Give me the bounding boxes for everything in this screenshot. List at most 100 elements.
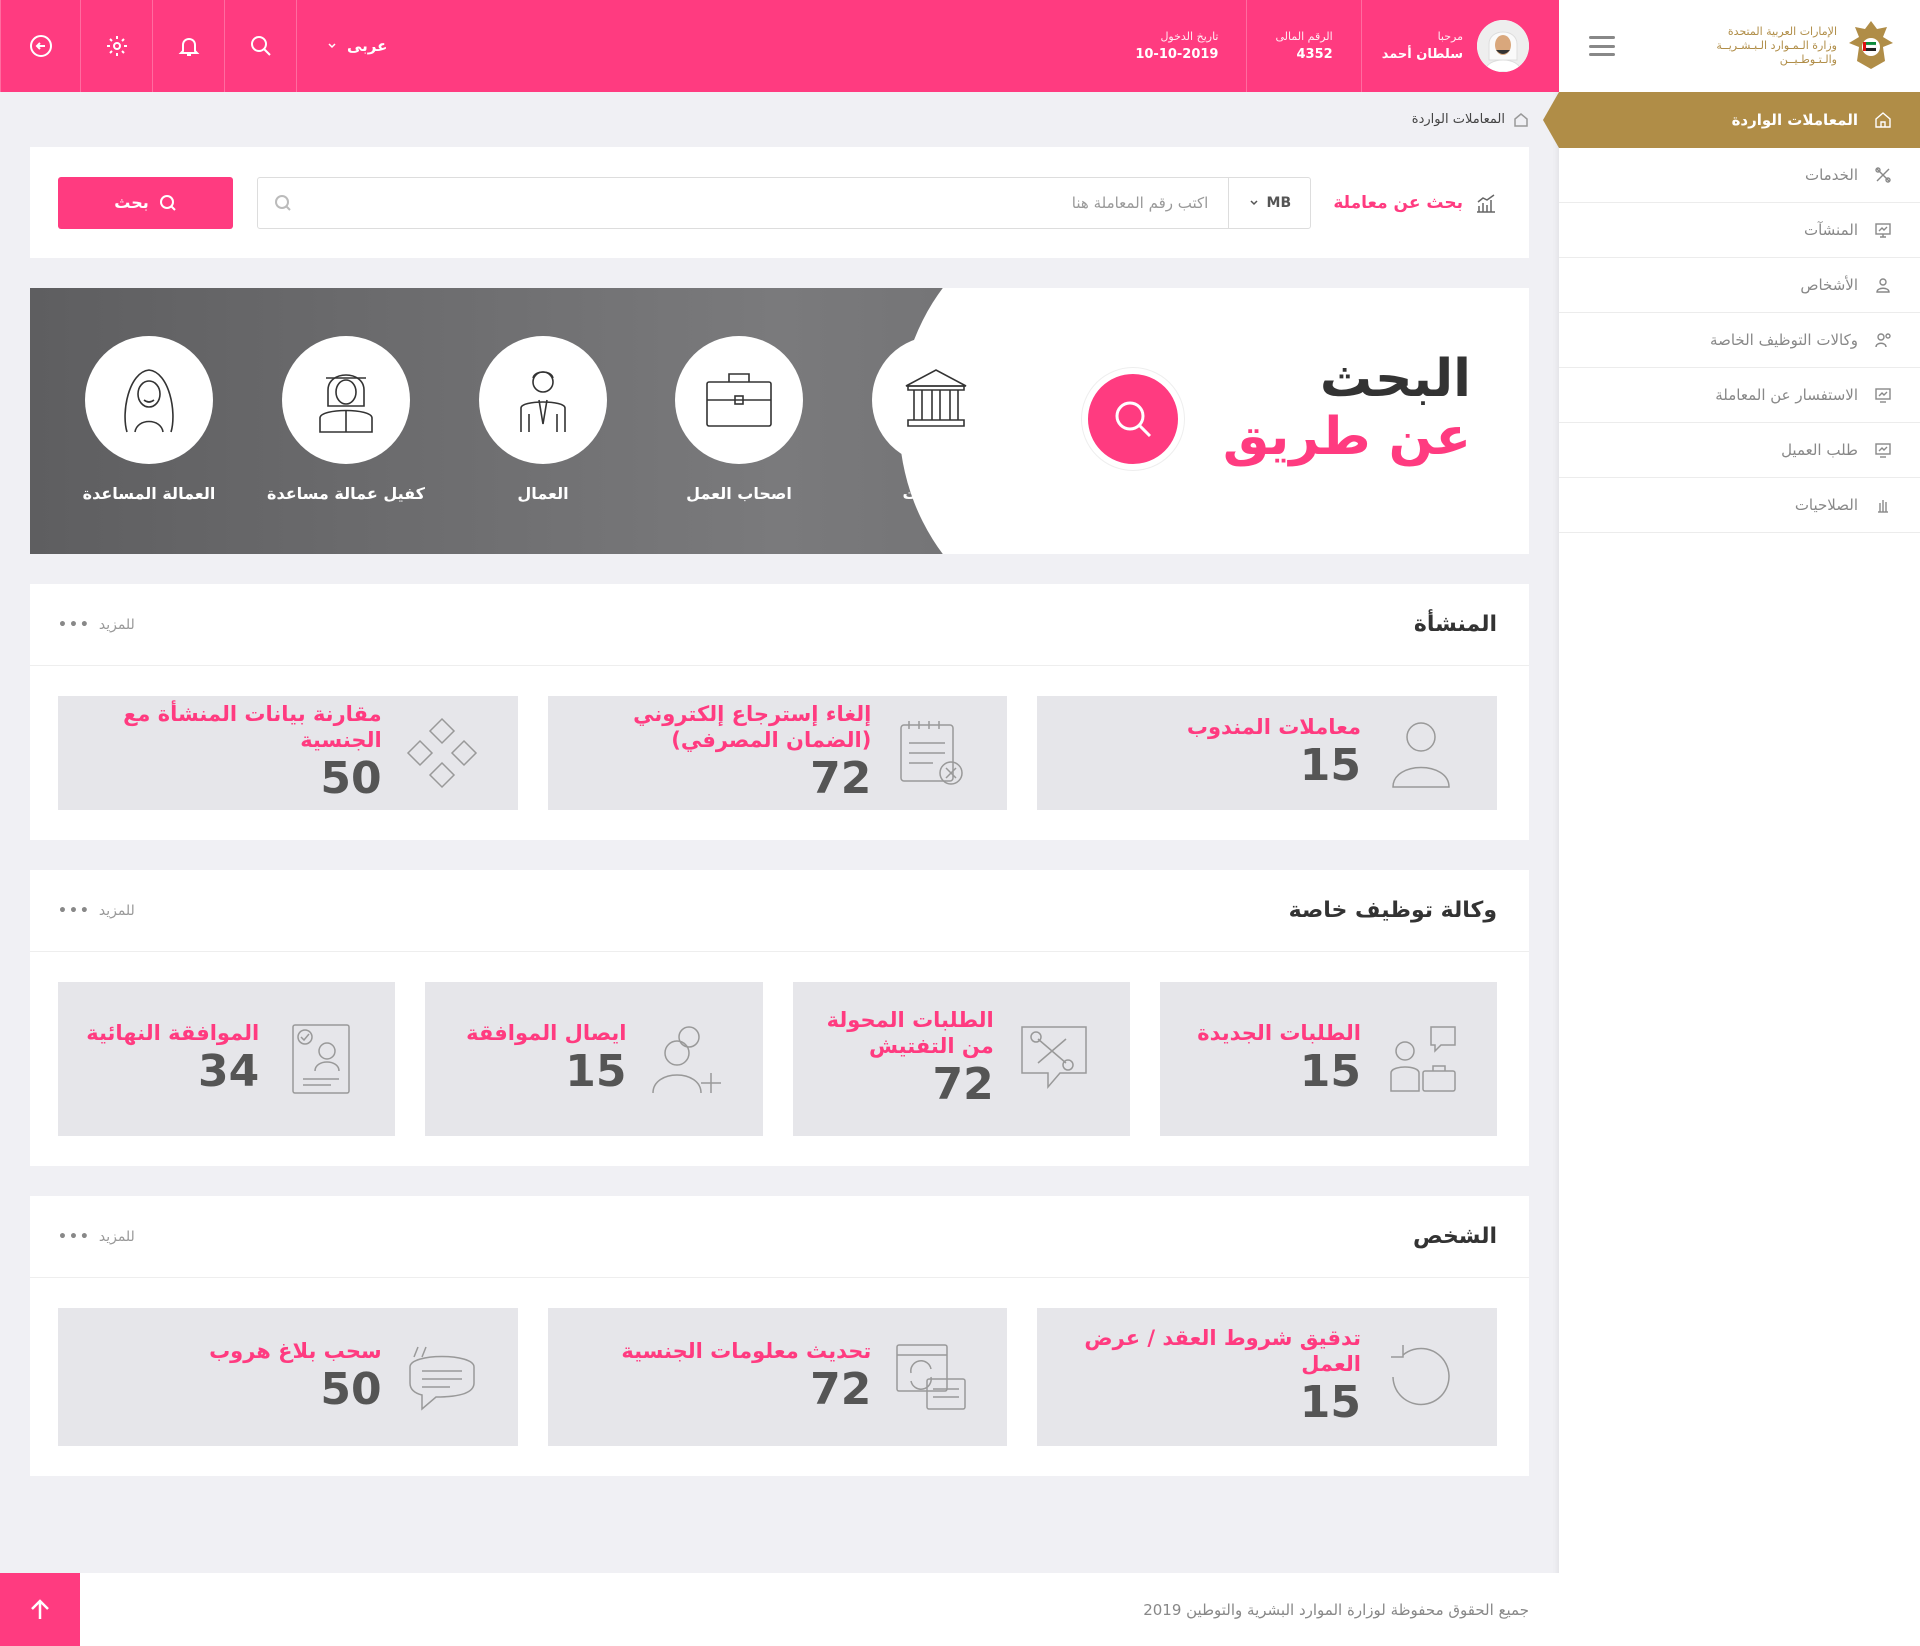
sidebar-item-label: طلب العميل: [1781, 441, 1858, 459]
category-employers[interactable]: اصحاب العمل: [649, 336, 829, 503]
banner-title: البحث عن طريق: [1223, 350, 1471, 466]
financial-id-value: 4352: [1296, 47, 1333, 62]
sidebar-item-transaction-inquiry[interactable]: الاستفسار عن المعاملة: [1559, 368, 1920, 423]
search-box: MB: [257, 176, 1312, 229]
category-label: كفيل عمالة مساعدة: [267, 484, 425, 503]
user-gear-icon: [1874, 331, 1892, 349]
more-dots-icon: •••: [58, 616, 91, 633]
briefcase-icon: [706, 373, 772, 427]
quote-chat-icon: [402, 1337, 482, 1417]
sponsor-icon: [319, 374, 373, 433]
arrow-up-icon: [31, 1598, 49, 1619]
search-icon: [250, 36, 271, 56]
section-title: وكالة توظيف خاصة: [1288, 898, 1497, 923]
greeting-text: مرحبا: [1437, 30, 1463, 43]
category-domestic-workers[interactable]: العمالة المساعدة: [59, 336, 239, 503]
tile-inspection-transferred[interactable]: الطلبات المحولة من التفتيش 72: [792, 982, 1130, 1136]
tile-label: إلغاء إسترجاع إلكتروني (الضمان المصرفي): [633, 702, 872, 752]
sidebar-item-label: الصلاحيات: [1794, 496, 1858, 514]
tile-count: 72: [810, 1364, 872, 1415]
add-user-icon: [647, 1019, 727, 1099]
sidebar-item-services[interactable]: الخدمات: [1559, 148, 1920, 203]
section-title: المنشأة: [1413, 612, 1497, 637]
category-establishments[interactable]: المنشآت: [846, 336, 1026, 503]
chevron-down-icon: [328, 43, 336, 49]
financial-id-label: الرقم المالى: [1275, 30, 1333, 43]
history-icon: [1381, 1337, 1461, 1417]
banner-title-line-1: البحث: [1319, 349, 1471, 409]
settings-button[interactable]: [80, 0, 152, 92]
tile-approval-receipt[interactable]: ايصال الموافقة 15: [425, 982, 763, 1136]
tile-label: مقارنة بيانات المنشأة مع الجنسية: [123, 702, 382, 752]
more-link[interactable]: للمزيد •••: [58, 903, 135, 919]
monitor-chart-icon: [1874, 441, 1892, 459]
copyright-text: جميع الحقوق محفوظة لوزارة الموارد البشري…: [1143, 1600, 1529, 1619]
user-profile[interactable]: مرحبا سلطان أحمد: [1360, 0, 1559, 92]
category-workers[interactable]: العمال: [453, 336, 633, 503]
logout-icon: [29, 35, 52, 57]
tile-compare-establishment-nationality[interactable]: مقارنة بيانات المنشأة مع الجنسية 50: [57, 696, 518, 810]
monitor-chart-icon: [1874, 386, 1892, 404]
search-button[interactable]: [224, 0, 296, 92]
sidebar-item-private-agencies[interactable]: وكالات التوظيف الخاصة: [1559, 313, 1920, 368]
avatar: [1477, 20, 1529, 72]
tile-count: 15: [1299, 740, 1361, 791]
more-label: للمزيد: [98, 1228, 135, 1245]
tile-representative-transactions[interactable]: معاملات المندوب 15: [1037, 696, 1497, 810]
search-type-select[interactable]: MB: [1228, 177, 1310, 228]
tile-final-approval[interactable]: الموافقة النهائية 34: [58, 982, 396, 1136]
diamonds-icon: [402, 713, 482, 793]
search-icon: [159, 194, 176, 211]
financial-id-block: الرقم المالى 4352: [1246, 0, 1360, 92]
sidebar-item-establishments[interactable]: المنشآت: [1559, 203, 1920, 258]
tile-count: 72: [932, 1059, 994, 1110]
home-icon[interactable]: [1513, 112, 1529, 128]
brand-logo[interactable]: الإمارات العربية المتحدة وزارة الـمـوارد…: [1716, 17, 1895, 75]
establishment-section: المنشأة للمزيد ••• معاملات المندوب 15 إلغ…: [30, 584, 1529, 840]
tile-count: 50: [320, 1364, 382, 1415]
search-input-icon: [258, 178, 308, 228]
tile-label: تدقيق شروط العقد / عرض العمل: [1084, 1326, 1361, 1376]
transaction-number-input[interactable]: [308, 177, 1229, 228]
more-label: للمزيد: [98, 902, 135, 919]
chevron-down-icon: [1250, 199, 1258, 205]
sidebar-item-incoming-transactions[interactable]: المعاملات الواردة: [1543, 92, 1920, 148]
menu-toggle-icon[interactable]: [1589, 36, 1615, 56]
category-domestic-sponsors[interactable]: كفيل عمالة مساعدة: [256, 336, 436, 503]
tile-contract-terms-audit[interactable]: تدقيق شروط العقد / عرض العمل 15: [1037, 1308, 1497, 1446]
banner-search-button[interactable]: [1082, 368, 1184, 470]
category-label: اصحاب العمل: [686, 484, 792, 503]
building-icon: [905, 369, 967, 427]
profile-check-icon: [279, 1019, 359, 1099]
tile-withdraw-absconding-report[interactable]: سحب بلاغ هروب 50: [57, 1308, 518, 1446]
more-dots-icon: •••: [58, 1228, 91, 1245]
scroll-to-top-button[interactable]: [0, 1573, 80, 1646]
more-link[interactable]: للمزيد •••: [58, 1229, 135, 1245]
more-link[interactable]: للمزيد •••: [58, 617, 135, 633]
tile-cancel-electronic-refund[interactable]: إلغاء إسترجاع إلكتروني (الضمان المصرفي) 7…: [547, 696, 1008, 810]
transaction-search-card: بحث عن معاملة MB بحث: [30, 147, 1529, 258]
category-label: العمال: [517, 484, 569, 503]
tile-label: الطلبات الجديدة: [1197, 1021, 1361, 1045]
tile-count: 15: [565, 1046, 627, 1097]
logout-button[interactable]: [0, 0, 80, 92]
meeting-icon: [1381, 1019, 1461, 1099]
chart-icon: [1477, 193, 1495, 213]
sidebar-item-persons[interactable]: الأشخاص: [1559, 258, 1920, 313]
language-select[interactable]: عربى: [296, 0, 417, 92]
search-submit-button[interactable]: بحث: [58, 176, 233, 229]
tile-update-nationality[interactable]: تحديث معلومات الجنسية 72: [547, 1308, 1008, 1446]
category-label: العمالة المساعدة: [82, 484, 216, 503]
search-label-text: بحث عن معاملة: [1333, 192, 1463, 213]
tile-label: ايصال الموافقة: [466, 1021, 627, 1045]
sidebar-item-customer-request[interactable]: طلب العميل: [1559, 423, 1920, 478]
category-label: المنشآت: [902, 484, 970, 503]
login-date-label: تاريخ الدخول: [1160, 30, 1219, 43]
monitor-icon: [1874, 221, 1892, 239]
tile-count: 72: [810, 753, 872, 804]
person-section: الشخص للمزيد ••• تدقيق شروط العقد / عرض …: [30, 1196, 1529, 1476]
notifications-button[interactable]: [152, 0, 224, 92]
tile-new-requests[interactable]: الطلبات الجديدة 15: [1159, 982, 1497, 1136]
sidebar-item-permissions[interactable]: الصلاحيات: [1559, 478, 1920, 533]
breadcrumb-current: المعاملات الواردة: [1411, 112, 1505, 127]
